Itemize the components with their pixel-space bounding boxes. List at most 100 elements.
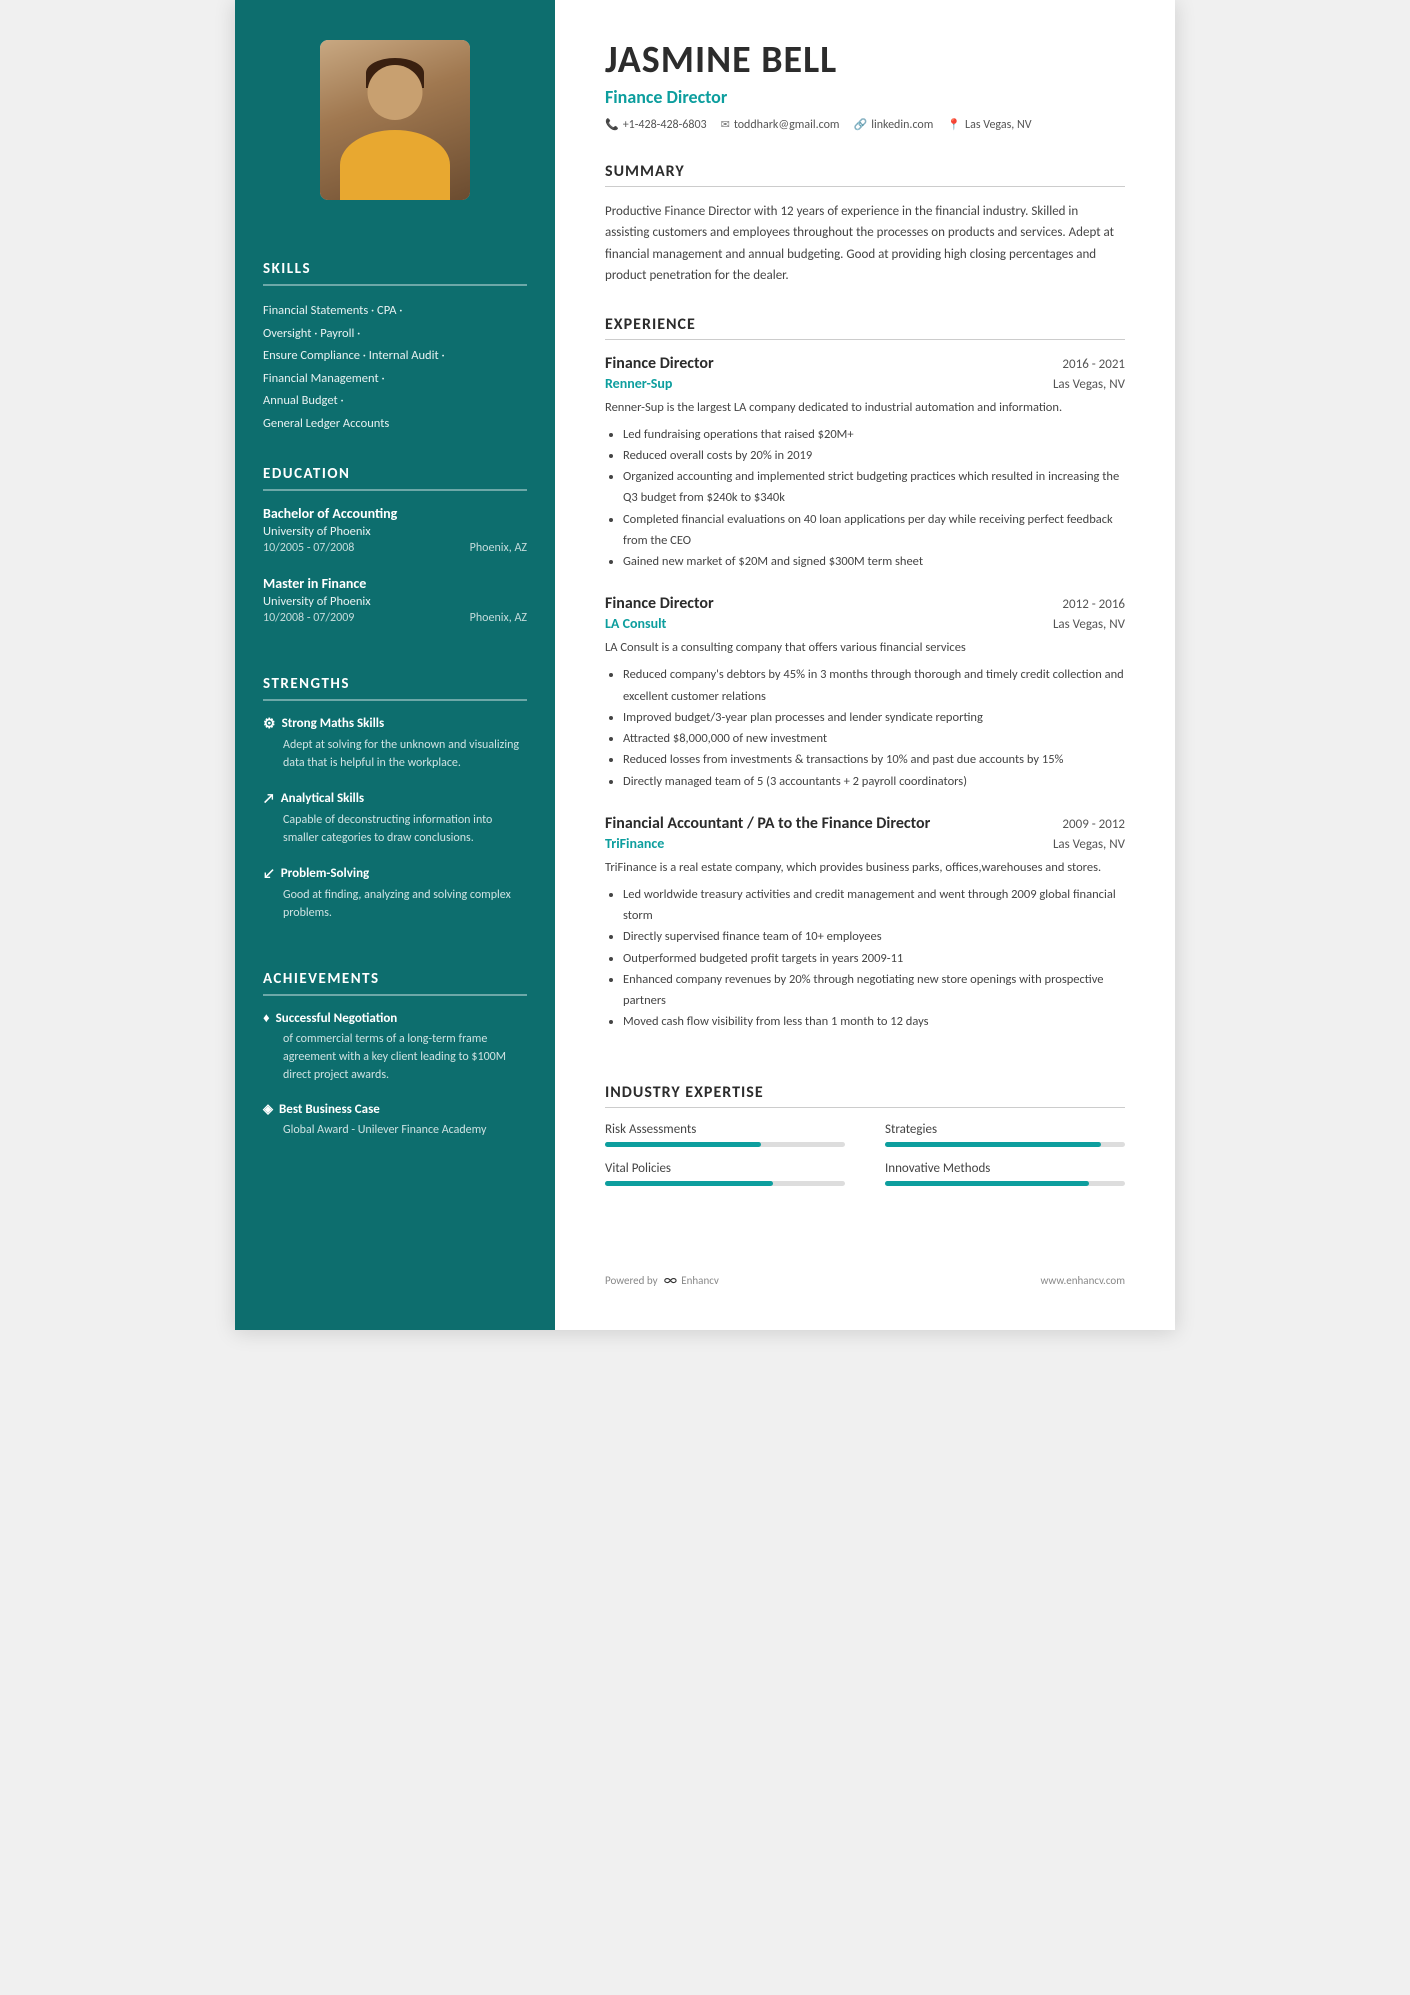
exp-bullet: Gained new market of $20M and signed $30… <box>623 551 1125 572</box>
phone-value: +1-428-428-6803 <box>623 118 707 132</box>
skills-list: Financial Statements · CPA ·Oversight · … <box>263 300 527 435</box>
achievement-desc: of commercial terms of a long-term frame… <box>263 1030 527 1084</box>
exp-sub: Renner-Sup Las Vegas, NV <box>605 375 1125 392</box>
experience-title: EXPERIENCE <box>605 315 1125 340</box>
profile-photo-container <box>235 0 555 230</box>
exp-sub: TriFinance Las Vegas, NV <box>605 835 1125 852</box>
location-value: Las Vegas, NV <box>965 118 1032 132</box>
achievement-icon: ♦ <box>263 1010 270 1026</box>
expertise-bar-bg <box>885 1142 1125 1147</box>
edu-degree: Master in Finance <box>263 575 527 592</box>
strength-desc: Good at finding, analyzing and solving c… <box>263 886 527 922</box>
exp-bullet: Attracted $8,000,000 of new investment <box>623 728 1125 749</box>
education-entry: Master in Finance University of Phoenix … <box>263 575 527 625</box>
expertise-label: Risk Assessments <box>605 1122 845 1137</box>
edu-date-range: 10/2005 - 07/2008 <box>263 541 354 555</box>
header-contacts: 📞 +1-428-428-6803 ✉ toddhark@gmail.com 🔗… <box>605 118 1125 132</box>
expertise-section: INDUSTRY EXPERTISE Risk Assessments Stra… <box>605 1083 1125 1186</box>
strength-desc: Adept at solving for the unknown and vis… <box>263 736 527 772</box>
exp-company: LA Consult <box>605 615 666 632</box>
exp-bullets: Led worldwide treasury activities and cr… <box>605 884 1125 1033</box>
exp-desc: TriFinance is a real estate company, whi… <box>605 858 1125 878</box>
email-contact: ✉ toddhark@gmail.com <box>721 118 840 132</box>
expertise-bar-fill <box>885 1181 1089 1186</box>
achievements-section: ACHIEVEMENTS ♦ Successful Negotiation of… <box>235 970 555 1157</box>
skills-title: SKILLS <box>263 260 527 286</box>
achievement-icon: ◈ <box>263 1102 273 1117</box>
achievement-desc: Global Award - Unilever Finance Academy <box>263 1121 527 1139</box>
strengths-section: STRENGTHS ⚙ Strong Maths Skills Adept at… <box>235 675 555 940</box>
exp-job-title: Finance Director <box>605 354 714 373</box>
expertise-item: Vital Policies <box>605 1161 845 1186</box>
strength-item: ↗ Analytical Skills Capable of deconstru… <box>263 790 527 847</box>
phone-icon: 📞 <box>605 118 619 131</box>
skill-item: Oversight · Payroll · <box>263 323 527 346</box>
edu-school: University of Phoenix <box>263 524 527 539</box>
strength-title: ↗ Analytical Skills <box>263 790 527 807</box>
linkedin-contact: 🔗 linkedin.com <box>854 118 934 132</box>
exp-bullet: Directly supervised finance team of 10+ … <box>623 926 1125 947</box>
strength-icon: ⚙ <box>263 715 276 732</box>
exp-location: Las Vegas, NV <box>1053 377 1125 392</box>
education-title: EDUCATION <box>263 465 527 491</box>
exp-bullet: Led worldwide treasury activities and cr… <box>623 884 1125 927</box>
achievement-item: ♦ Successful Negotiation of commercial t… <box>263 1010 527 1084</box>
exp-dates: 2016 - 2021 <box>1062 357 1125 372</box>
expertise-bar-fill <box>605 1181 773 1186</box>
strength-name: Analytical Skills <box>281 791 364 806</box>
strengths-title: STRENGTHS <box>263 675 527 701</box>
achievements-list: ♦ Successful Negotiation of commercial t… <box>263 1010 527 1139</box>
location-icon: 📍 <box>947 118 961 131</box>
skill-item: Financial Management · <box>263 368 527 391</box>
exp-desc: LA Consult is a consulting company that … <box>605 638 1125 658</box>
education-entry: Bachelor of Accounting University of Pho… <box>263 505 527 555</box>
exp-bullet: Directly managed team of 5 (3 accountant… <box>623 771 1125 792</box>
exp-dates: 2009 - 2012 <box>1062 817 1125 832</box>
exp-dates: 2012 - 2016 <box>1062 597 1125 612</box>
achievement-item: ◈ Best Business Case Global Award - Unil… <box>263 1102 527 1139</box>
powered-by-label: Powered by <box>605 1274 658 1287</box>
exp-job-title: Finance Director <box>605 594 714 613</box>
exp-sub: LA Consult Las Vegas, NV <box>605 615 1125 632</box>
exp-bullet: Enhanced company revenues by 20% through… <box>623 969 1125 1012</box>
exp-bullet: Reduced overall costs by 20% in 2019 <box>623 445 1125 466</box>
edu-degree: Bachelor of Accounting <box>263 505 527 522</box>
expertise-bar-fill <box>605 1142 761 1147</box>
expertise-item: Innovative Methods <box>885 1161 1125 1186</box>
strength-item: ⚙ Strong Maths Skills Adept at solving f… <box>263 715 527 772</box>
edu-date-range: 10/2008 - 07/2009 <box>263 611 354 625</box>
expertise-label: Innovative Methods <box>885 1161 1125 1176</box>
expertise-grid: Risk Assessments Strategies Vital Polici… <box>605 1122 1125 1186</box>
exp-bullet: Led fundraising operations that raised $… <box>623 424 1125 445</box>
strength-icon: ↗ <box>263 790 275 807</box>
skill-item: Annual Budget · <box>263 390 527 413</box>
footer: Powered by ∞ Enhancv www.enhancv.com <box>605 1257 1125 1290</box>
linkedin-icon: 🔗 <box>854 118 868 131</box>
expertise-bar-bg <box>605 1181 845 1186</box>
exp-bullets: Led fundraising operations that raised $… <box>605 424 1125 573</box>
candidate-title: Finance Director <box>605 86 1125 108</box>
exp-desc: Renner-Sup is the largest LA company ded… <box>605 398 1125 418</box>
strength-title: ⚙ Strong Maths Skills <box>263 715 527 732</box>
linkedin-value: linkedin.com <box>871 118 933 132</box>
strength-title: ↙ Problem-Solving <box>263 865 527 882</box>
expertise-bar-bg <box>605 1142 845 1147</box>
exp-bullet: Organized accounting and implemented str… <box>623 466 1125 509</box>
edu-dates: 10/2008 - 07/2009 Phoenix, AZ <box>263 611 527 625</box>
footer-left: Powered by ∞ Enhancv <box>605 1271 719 1290</box>
edu-location: Phoenix, AZ <box>470 611 527 625</box>
profile-photo <box>320 40 470 200</box>
strength-desc: Capable of deconstructing information in… <box>263 811 527 847</box>
strength-icon: ↙ <box>263 865 275 882</box>
exp-location: Las Vegas, NV <box>1053 837 1125 852</box>
exp-bullet: Moved cash flow visibility from less tha… <box>623 1011 1125 1032</box>
expertise-item: Strategies <box>885 1122 1125 1147</box>
summary-section: SUMMARY Productive Finance Director with… <box>605 162 1125 287</box>
achievement-title: ♦ Successful Negotiation <box>263 1010 527 1026</box>
skills-section: SKILLS Financial Statements · CPA ·Overs… <box>235 260 555 435</box>
education-list: Bachelor of Accounting University of Pho… <box>263 505 527 625</box>
skill-item: Financial Statements · CPA · <box>263 300 527 323</box>
expertise-bar-bg <box>885 1181 1125 1186</box>
exp-bullet: Reduced losses from investments & transa… <box>623 749 1125 770</box>
skill-item: Ensure Compliance · Internal Audit · <box>263 345 527 368</box>
